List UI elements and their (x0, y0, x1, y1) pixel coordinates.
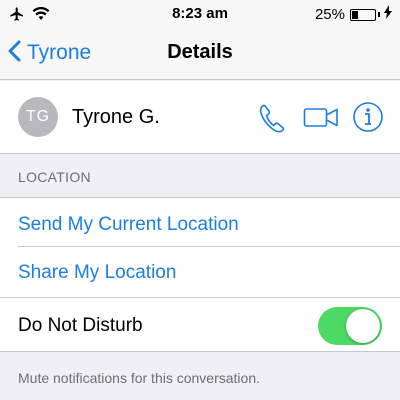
status-bar: 8:23 am 25% (0, 0, 400, 28)
do-not-disturb-label: Do Not Disturb (18, 315, 143, 336)
do-not-disturb-row: Do Not Disturb (0, 298, 400, 352)
battery-percent: 25% (314, 6, 345, 23)
video-icon[interactable] (303, 106, 339, 135)
section-header-location: LOCATION (0, 155, 400, 197)
divider (0, 197, 400, 198)
nav-bar: Tyrone Details (0, 28, 400, 80)
section-header-label: LOCATION (18, 169, 91, 185)
avatar[interactable]: TG (18, 97, 58, 137)
battery-icon (350, 8, 376, 21)
info-icon[interactable] (352, 101, 384, 138)
status-right: 25% (315, 5, 392, 24)
phone-icon[interactable] (258, 103, 286, 138)
battery-tip (378, 12, 380, 17)
details-screen: 8:23 am 25% Tyrone Details TG Tyrone G. … (0, 0, 400, 400)
battery-fill (352, 10, 358, 19)
divider (0, 351, 400, 352)
do-not-disturb-note: Mute notifications for this conversation… (18, 370, 261, 386)
contact-name: Tyrone G. (72, 106, 160, 128)
contact-row: TG Tyrone G. (0, 81, 400, 154)
divider (18, 246, 400, 247)
do-not-disturb-toggle[interactable] (318, 307, 382, 345)
charging-icon (384, 5, 392, 24)
toggle-knob (346, 309, 380, 343)
location-group: Send My Current Location Share My Locati… (0, 197, 400, 298)
page-title: Details (167, 41, 233, 63)
share-location-button[interactable]: Share My Location (18, 262, 176, 284)
send-current-location-button[interactable]: Send My Current Location (18, 214, 239, 236)
